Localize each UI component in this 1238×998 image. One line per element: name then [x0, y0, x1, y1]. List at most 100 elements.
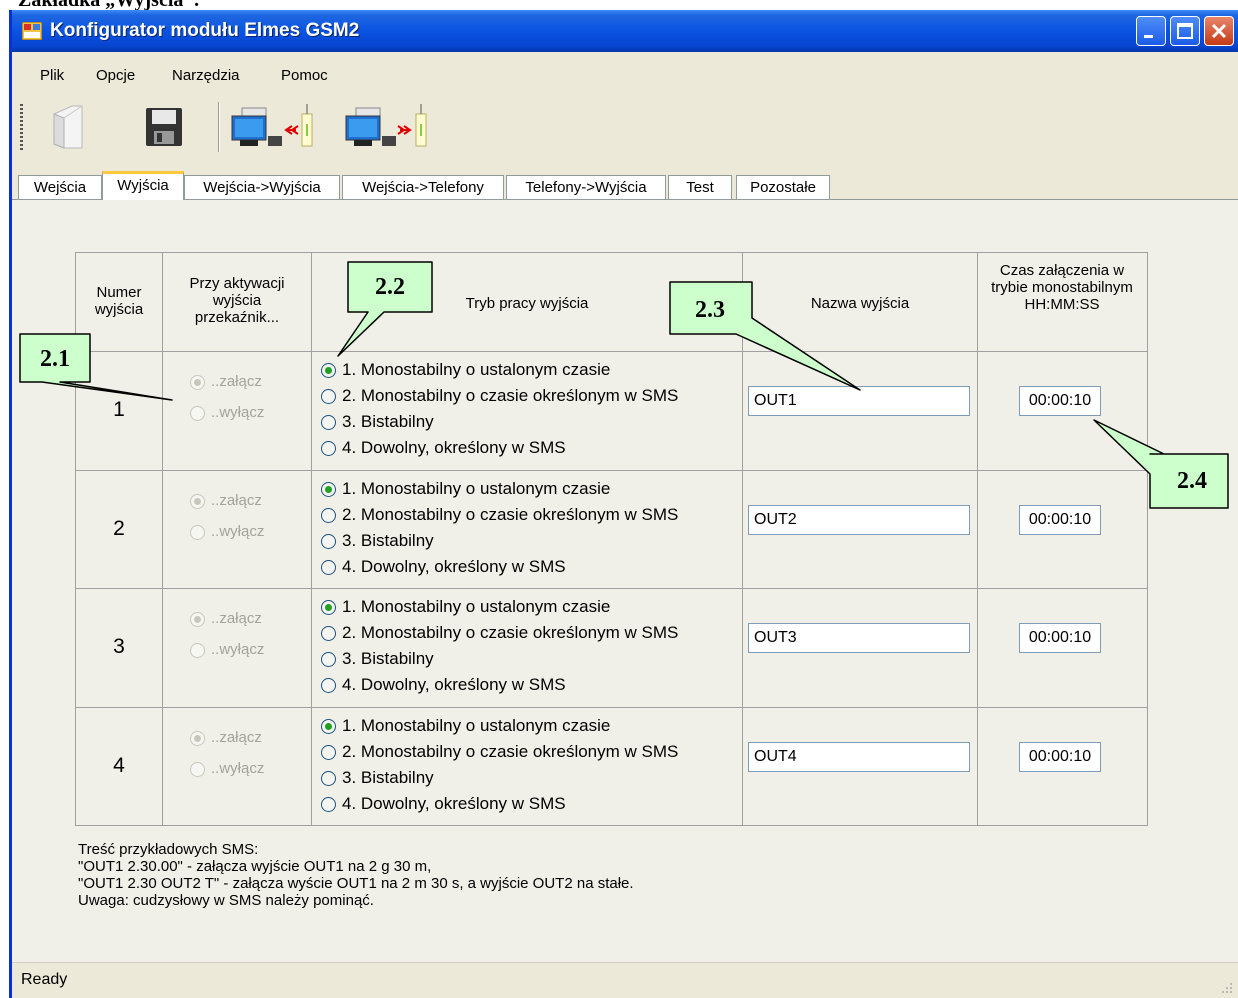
- mode-option-3-radio[interactable]: 3. Bistabilny: [321, 768, 434, 788]
- radio-button-icon: [321, 415, 336, 431]
- mode-option-2-radio[interactable]: 2. Monostabilny o czasie określonym w SM…: [321, 386, 678, 406]
- output-name-field[interactable]: [748, 742, 970, 772]
- tab-telefony-wyjscia[interactable]: Telefony->Wyjścia: [506, 175, 666, 199]
- mode-option-1-radio[interactable]: 1. Monostabilny o ustalonym czasie: [321, 360, 610, 380]
- menu-pomoc[interactable]: Pomoc: [281, 67, 328, 84]
- mode-option-label: 1. Monostabilny o ustalonym czasie: [342, 597, 611, 616]
- mode-option-2-radio[interactable]: 2. Monostabilny o czasie określonym w SM…: [321, 505, 678, 525]
- header-mode: Tryb pracy wyjścia: [465, 295, 589, 312]
- relay-on-radio[interactable]: ..załącz: [190, 373, 262, 390]
- radio-button-icon: [321, 678, 336, 694]
- header-time: Czas załączenia w trybie monostabilnym H…: [991, 262, 1133, 313]
- mode-option-label: 3. Bistabilny: [342, 768, 434, 787]
- toolbar: [12, 94, 1238, 160]
- radio-button-icon: [190, 642, 205, 658]
- tab-pozostale[interactable]: Pozostałe: [736, 175, 830, 199]
- mode-option-label: 4. Dowolny, określony w SMS: [342, 438, 566, 457]
- relay-option-label: ..wyłącz: [211, 641, 265, 658]
- mode-option-3-radio[interactable]: 3. Bistabilny: [321, 412, 434, 432]
- radio-button-icon: [190, 524, 205, 540]
- radio-button-icon: [321, 626, 336, 642]
- mode-option-4-radio[interactable]: 4. Dowolny, określony w SMS: [321, 794, 566, 814]
- output-name-field[interactable]: [748, 505, 970, 535]
- tab-wejscia[interactable]: Wejścia: [18, 175, 102, 199]
- output-name-field[interactable]: [748, 623, 970, 653]
- mode-option-1-radio[interactable]: 1. Monostabilny o ustalonym czasie: [321, 597, 610, 617]
- mode-option-2-radio[interactable]: 2. Monostabilny o czasie określonym w SM…: [321, 623, 678, 643]
- tab-wejscia-wyjscia[interactable]: Wejścia->Wyjścia: [184, 175, 340, 199]
- radio-button-icon: [321, 745, 336, 761]
- read-from-module-icon[interactable]: [228, 100, 320, 154]
- open-file-icon[interactable]: [48, 100, 92, 154]
- relay-option-label: ..wyłącz: [211, 523, 265, 540]
- mode-option-2-radio[interactable]: 2. Monostabilny o czasie określonym w SM…: [321, 742, 678, 762]
- mode-option-3-radio[interactable]: 3. Bistabilny: [321, 649, 434, 669]
- radio-button-icon: [190, 611, 205, 627]
- relay-option-label: ..załącz: [211, 729, 262, 746]
- mode-option-label: 1. Monostabilny o ustalonym czasie: [342, 479, 611, 498]
- mode-option-4-radio[interactable]: 4. Dowolny, określony w SMS: [321, 557, 566, 577]
- mode-option-1-radio[interactable]: 1. Monostabilny o ustalonym czasie: [321, 479, 610, 499]
- menu-plik[interactable]: Plik: [40, 67, 64, 84]
- mode-option-4-radio[interactable]: 4. Dowolny, określony w SMS: [321, 675, 566, 695]
- mode-option-label: 3. Bistabilny: [342, 531, 434, 550]
- radio-button-icon: [321, 534, 336, 550]
- on-time-field[interactable]: [1019, 386, 1101, 416]
- header-name: Nazwa wyjścia: [810, 295, 910, 312]
- tab-wyjscia[interactable]: Wyjścia: [102, 171, 184, 200]
- output-name-field[interactable]: [748, 386, 970, 416]
- radio-button-icon: [321, 508, 336, 524]
- on-time-field[interactable]: [1019, 623, 1101, 653]
- minimize-icon: [1144, 35, 1153, 38]
- relay-on-radio[interactable]: ..załącz: [190, 492, 262, 509]
- relay-on-radio[interactable]: ..załącz: [190, 610, 262, 627]
- mode-option-3-radio[interactable]: 3. Bistabilny: [321, 531, 434, 551]
- output-number: 3: [113, 635, 125, 658]
- window-title: Konfigurator modułu Elmes GSM2: [50, 20, 360, 41]
- mode-option-label: 3. Bistabilny: [342, 412, 434, 431]
- radio-button-icon: [321, 560, 336, 576]
- status-bar: Ready: [12, 962, 1238, 998]
- on-time-field[interactable]: [1019, 505, 1101, 535]
- relay-off-radio[interactable]: ..wyłącz: [190, 523, 264, 540]
- save-floppy-icon[interactable]: [142, 100, 186, 154]
- menu-bar: Plik Opcje Narzędzia Pomoc: [12, 52, 1238, 92]
- mode-option-label: 2. Monostabilny o czasie określonym w SM…: [342, 742, 679, 761]
- relay-off-radio[interactable]: ..wyłącz: [190, 641, 264, 658]
- on-time-field[interactable]: [1019, 742, 1101, 772]
- menu-narzedzia[interactable]: Narzędzia: [172, 67, 240, 84]
- relay-on-radio[interactable]: ..załącz: [190, 729, 262, 746]
- radio-button-icon: [321, 797, 336, 813]
- relay-off-radio[interactable]: ..wyłącz: [190, 404, 264, 421]
- close-button[interactable]: [1204, 16, 1234, 46]
- status-text: Ready: [21, 971, 68, 988]
- mode-option-4-radio[interactable]: 4. Dowolny, określony w SMS: [321, 438, 566, 458]
- relay-off-radio[interactable]: ..wyłącz: [190, 760, 264, 777]
- mode-option-label: 2. Monostabilny o czasie określonym w SM…: [342, 623, 679, 642]
- radio-button-icon: [321, 600, 336, 616]
- mode-option-label: 4. Dowolny, określony w SMS: [342, 675, 566, 694]
- write-to-module-icon[interactable]: [342, 100, 434, 154]
- tab-strip: Wejścia Wyjścia Wejścia->Wyjścia Wejścia…: [12, 171, 1238, 200]
- radio-button-icon: [190, 405, 205, 421]
- tab-wejscia-telefony[interactable]: Wejścia->Telefony: [342, 175, 504, 199]
- menu-opcje[interactable]: Opcje: [96, 67, 135, 84]
- mode-option-label: 2. Monostabilny o czasie określonym w SM…: [342, 505, 679, 524]
- header-number: Numer wyjścia: [94, 284, 144, 318]
- relay-option-label: ..załącz: [211, 373, 262, 390]
- mode-option-1-radio[interactable]: 1. Monostabilny o ustalonym czasie: [321, 716, 610, 736]
- note-line: Uwaga: cudzysłowy w SMS należy pominąć.: [78, 892, 374, 909]
- relay-option-label: ..wyłącz: [211, 404, 265, 421]
- minimize-button[interactable]: [1136, 16, 1166, 46]
- radio-button-icon: [190, 493, 205, 509]
- maximize-button[interactable]: [1170, 16, 1200, 46]
- relay-option-label: ..wyłącz: [211, 760, 265, 777]
- radio-button-icon: [190, 374, 205, 390]
- title-bar[interactable]: Konfigurator modułu Elmes GSM2: [12, 10, 1238, 52]
- toolbar-grip[interactable]: [20, 104, 23, 152]
- relay-option-label: ..załącz: [211, 610, 262, 627]
- resize-grip-icon[interactable]: [1220, 981, 1234, 995]
- tab-test[interactable]: Test: [668, 175, 732, 199]
- relay-option-label: ..załącz: [211, 492, 262, 509]
- mode-option-label: 1. Monostabilny o ustalonym czasie: [342, 360, 611, 379]
